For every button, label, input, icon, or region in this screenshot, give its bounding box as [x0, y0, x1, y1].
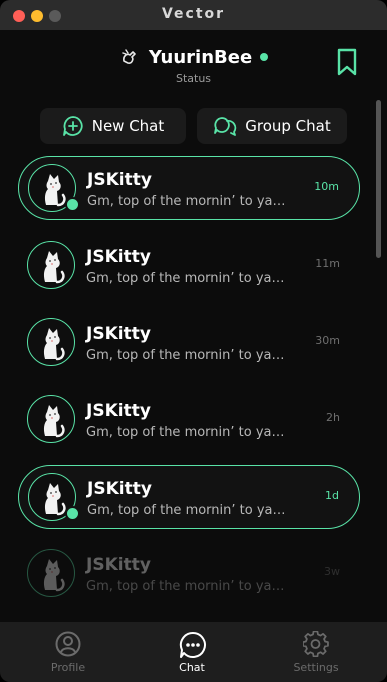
chat-bubble-icon	[179, 631, 206, 658]
app-window: Vector YuurinBee Status New Chat Group C…	[0, 0, 387, 682]
cat-avatar-icon	[43, 251, 65, 284]
avatar	[27, 395, 75, 443]
nav-settings[interactable]: Settings	[266, 622, 366, 682]
chat-list-item[interactable]: JSKitty Gm, top of the mornin’ to ya… 30m	[18, 311, 360, 375]
username[interactable]: YuurinBee	[149, 47, 252, 68]
new-chat-button[interactable]: New Chat	[40, 108, 186, 144]
chat-contact-name: JSKitty	[86, 401, 151, 421]
chat-contact-name: JSKitty	[86, 324, 151, 344]
nav-settings-label: Settings	[293, 661, 339, 674]
cat-avatar-icon	[43, 559, 65, 592]
online-status-dot	[260, 53, 269, 61]
nav-profile-label: Profile	[50, 661, 86, 674]
chat-list-scrollbar[interactable]	[376, 100, 381, 258]
cat-avatar-icon	[43, 328, 65, 361]
chat-list: JSKitty Gm, top of the mornin’ to ya… 10m J…	[0, 150, 387, 622]
chat-list-item[interactable]: JSKitty Gm, top of the mornin’ to ya… 10m	[18, 156, 360, 220]
chat-timestamp: 10m	[314, 180, 339, 193]
online-status-dot	[65, 506, 80, 521]
chat-list-item[interactable]: JSKitty Gm, top of the mornin’ to ya… 2h	[18, 388, 360, 452]
new-chat-label: New Chat	[91, 117, 165, 135]
chat-last-message: Gm, top of the mornin’ to ya…	[86, 271, 285, 286]
chat-timestamp: 30m	[315, 334, 340, 347]
avatar	[27, 549, 75, 597]
bottom-nav: Profile Chat Settings	[0, 622, 387, 682]
profile-header: YuurinBee Status	[0, 30, 387, 96]
avatar	[27, 318, 75, 366]
user-emoji-icon	[122, 49, 136, 64]
bookmark-icon[interactable]	[335, 48, 359, 76]
window-title: Vector	[161, 6, 226, 22]
nav-profile[interactable]: Profile	[18, 622, 118, 682]
chat-plus-icon	[62, 116, 83, 136]
chat-timestamp: 2h	[326, 411, 340, 424]
user-status[interactable]: Status	[0, 72, 387, 85]
gear-icon	[303, 631, 329, 657]
avatar	[27, 241, 75, 289]
online-status-dot	[65, 197, 80, 212]
chat-last-message: Gm, top of the mornin’ to ya…	[87, 503, 286, 518]
chat-contact-name: JSKitty	[87, 479, 152, 499]
chat-list-item[interactable]: JSKitty Gm, top of the mornin’ to ya… 11m	[18, 234, 360, 298]
chat-list-item[interactable]: JSKitty Gm, top of the mornin’ to ya… 1d	[18, 465, 360, 529]
chat-timestamp: 1d	[325, 489, 339, 502]
group-chat-button[interactable]: Group Chat	[197, 108, 347, 144]
chat-timestamp: 11m	[315, 257, 340, 270]
chat-timestamp: 3w	[324, 565, 340, 578]
title-bar: Vector	[0, 0, 387, 31]
chat-contact-name: JSKitty	[86, 555, 151, 575]
chat-last-message: Gm, top of the mornin’ to ya…	[87, 194, 286, 209]
chat-contact-name: JSKitty	[87, 170, 152, 190]
user-row: YuurinBee	[0, 46, 387, 70]
cat-avatar-icon	[43, 405, 65, 438]
chat-last-message: Gm, top of the mornin’ to ya…	[86, 348, 285, 363]
nav-chat[interactable]: Chat	[142, 622, 242, 682]
group-chat-icon	[214, 117, 237, 136]
chat-last-message: Gm, top of the mornin’ to ya…	[86, 425, 285, 440]
nav-chat-label: Chat	[179, 661, 205, 674]
group-chat-label: Group Chat	[245, 117, 331, 135]
profile-icon	[55, 631, 81, 657]
chat-last-message: Gm, top of the mornin’ to ya…	[86, 579, 285, 594]
chat-list-item[interactable]: JSKitty Gm, top of the mornin’ to ya… 3w	[18, 542, 360, 606]
chat-contact-name: JSKitty	[86, 247, 151, 267]
